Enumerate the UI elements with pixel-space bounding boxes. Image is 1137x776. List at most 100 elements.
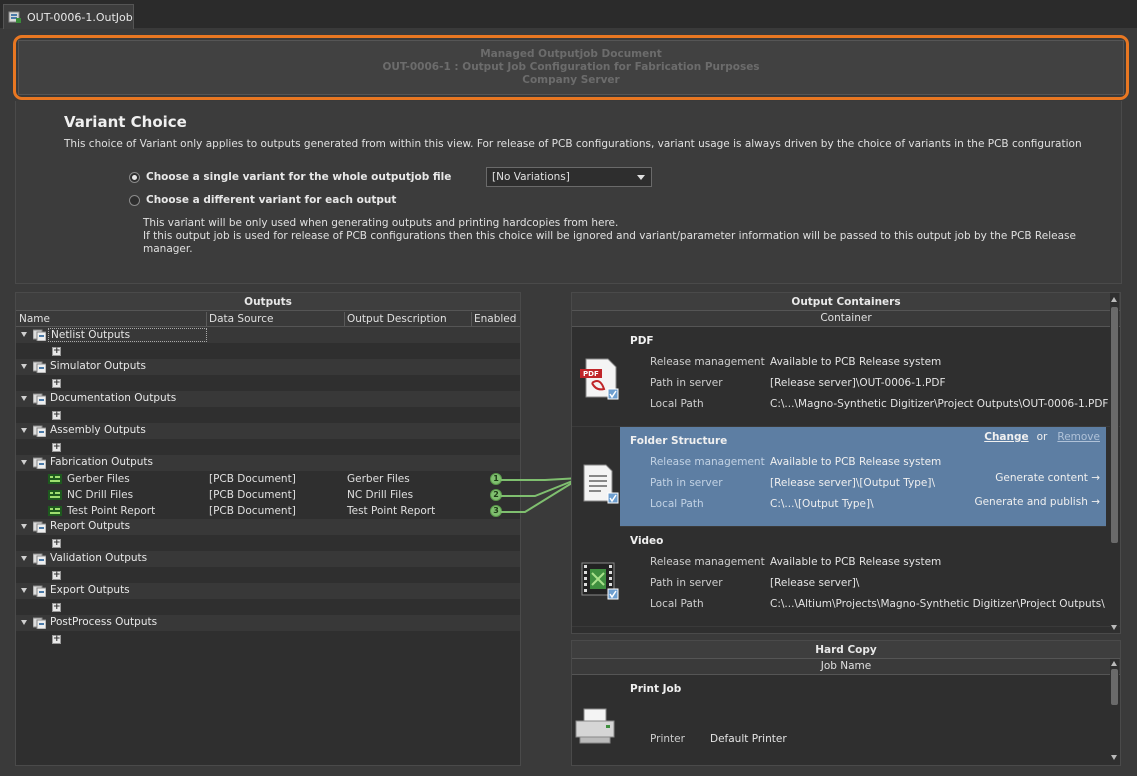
variant-dropdown-value: [No Variations] <box>492 171 570 183</box>
outjob-document-tab[interactable]: OUT-0006-1.OutJob <box>3 4 134 29</box>
output-group-icon <box>33 425 46 437</box>
group-label: Validation Outputs <box>50 552 148 564</box>
add-icon[interactable]: + <box>52 603 61 612</box>
release-label: Release management <box>650 456 765 468</box>
group-label: Fabrication Outputs <box>50 456 154 468</box>
group-row-export[interactable]: Export Outputs <box>16 583 520 599</box>
expand-triangle-icon[interactable] <box>21 364 27 369</box>
add-output-row[interactable]: + <box>16 535 520 551</box>
group-row-report[interactable]: Report Outputs <box>16 519 520 535</box>
output-item-test-point[interactable]: Test Point Report [PCB Document] Test Po… <box>16 503 520 519</box>
release-label: Release management <box>650 356 765 368</box>
add-icon[interactable]: + <box>52 443 61 452</box>
managed-line-1: Managed Outputjob Document <box>480 48 662 60</box>
col-name[interactable]: Name <box>19 313 50 325</box>
managed-line-3: Company Server <box>522 74 620 86</box>
group-row-fabrication[interactable]: Fabrication Outputs <box>16 455 520 471</box>
expand-triangle-icon[interactable] <box>21 588 27 593</box>
expand-triangle-icon[interactable] <box>21 620 27 625</box>
each-variant-option[interactable]: Choose a different variant for each outp… <box>129 194 396 206</box>
remove-link[interactable]: Remove <box>1057 431 1100 443</box>
add-icon[interactable]: + <box>52 379 61 388</box>
output-item-name: Test Point Report <box>67 505 156 517</box>
local-path-label: Local Path <box>650 598 704 610</box>
group-label: Simulator Outputs <box>50 360 146 372</box>
path-server-value: [Release server]\[Output Type]\ <box>770 477 935 489</box>
group-label: Documentation Outputs <box>50 392 177 404</box>
container-column-header: Container <box>572 311 1120 327</box>
single-variant-option[interactable]: Choose a single variant for the whole ou… <box>129 171 451 183</box>
expand-triangle-icon[interactable] <box>21 460 27 465</box>
output-item-source: [PCB Document] <box>209 473 296 485</box>
job-name-column-header: Job Name <box>572 659 1120 675</box>
add-output-row[interactable]: + <box>16 439 520 455</box>
group-row-assembly[interactable]: Assembly Outputs <box>16 423 520 439</box>
output-item-source: [PCB Document] <box>209 505 296 517</box>
local-path-value: C:\...\Magno-Synthetic Digitizer\Project… <box>770 398 1109 410</box>
print-job[interactable]: Print Job Printer Default Printer <box>572 675 1120 765</box>
release-label: Release management <box>650 556 765 568</box>
each-variant-radio[interactable] <box>129 194 140 206</box>
col-enabled[interactable]: Enabled <box>474 313 516 325</box>
generate-content-link[interactable]: Generate content → <box>995 472 1100 484</box>
release-value: Available to PCB Release system <box>770 556 942 568</box>
output-group-icon <box>33 329 46 341</box>
output-group-icon <box>33 585 46 597</box>
add-output-row[interactable]: + <box>16 599 520 615</box>
scroll-up-icon[interactable] <box>1111 661 1117 666</box>
containers-scrollbar[interactable] <box>1110 293 1119 633</box>
add-icon[interactable]: + <box>52 635 61 644</box>
container-folder-structure[interactable]: Folder Structure Change or Remove Release … <box>620 427 1106 527</box>
add-output-row[interactable]: + <box>16 567 520 583</box>
expand-triangle-icon[interactable] <box>21 524 27 529</box>
variant-dropdown[interactable]: [No Variations] <box>486 167 652 187</box>
expand-triangle-icon[interactable] <box>21 332 27 337</box>
col-data-source[interactable]: Data Source <box>209 313 273 325</box>
output-group-icon <box>33 361 46 373</box>
group-row-netlist[interactable]: Netlist Outputs <box>16 327 520 343</box>
add-output-row[interactable]: + <box>16 343 520 359</box>
group-row-simulator[interactable]: Simulator Outputs <box>16 359 520 375</box>
group-row-validation[interactable]: Validation Outputs <box>16 551 520 567</box>
local-path-value: C:\...\Altium\Projects\Magno-Synthetic D… <box>770 598 1105 610</box>
managed-line-2: OUT-0006-1 : Output Job Configuration fo… <box>382 61 760 73</box>
expand-triangle-icon[interactable] <box>21 396 27 401</box>
add-output-row[interactable]: + <box>16 375 520 391</box>
group-label: PostProcess Outputs <box>50 616 158 628</box>
add-icon[interactable]: + <box>52 539 61 548</box>
scroll-up-icon[interactable] <box>1111 297 1117 302</box>
single-variant-radio[interactable] <box>129 171 140 183</box>
output-item-gerber[interactable]: Gerber Files [PCB Document] Gerber Files… <box>16 471 520 487</box>
add-output-row[interactable]: + <box>16 407 520 423</box>
output-item-nc-drill[interactable]: NC Drill Files [PCB Document] NC Drill F… <box>16 487 520 503</box>
group-row-documentation[interactable]: Documentation Outputs <box>16 391 520 407</box>
folder-structure-icon <box>583 464 619 504</box>
container-pdf[interactable]: PDF PDF Release management Available to … <box>572 327 1120 427</box>
expand-triangle-icon[interactable] <box>21 428 27 433</box>
col-job-name[interactable]: Job Name <box>821 660 872 672</box>
scroll-down-icon[interactable] <box>1111 755 1117 760</box>
scroll-thumb[interactable] <box>1111 307 1118 543</box>
path-server-label: Path in server <box>650 377 723 389</box>
hard-copy-scrollbar[interactable] <box>1110 659 1119 765</box>
generate-publish-link[interactable]: Generate and publish → <box>974 496 1100 508</box>
expand-triangle-icon[interactable] <box>21 556 27 561</box>
scroll-thumb[interactable] <box>1111 669 1118 705</box>
add-output-row[interactable]: + <box>16 631 520 647</box>
add-icon[interactable]: + <box>52 571 61 580</box>
container-name: PDF <box>630 335 654 347</box>
change-link[interactable]: Change <box>984 431 1028 443</box>
hard-copy-panel: Hard Copy Job Name Print Job Printer Def… <box>571 640 1121 766</box>
pcb-output-icon <box>48 490 62 500</box>
variant-choice-title: Variant Choice <box>64 113 187 131</box>
add-icon[interactable]: + <box>52 411 61 420</box>
add-icon[interactable]: + <box>52 347 61 356</box>
col-output-description[interactable]: Output Description <box>347 313 447 325</box>
scroll-down-icon[interactable] <box>1111 625 1117 630</box>
managed-document-banner: Managed Outputjob Document OUT-0006-1 : … <box>13 35 1129 100</box>
container-video[interactable]: Video Release management Available to PC… <box>572 527 1120 627</box>
col-container[interactable]: Container <box>820 312 871 324</box>
outputs-title: Outputs <box>16 293 520 311</box>
group-row-postprocess[interactable]: PostProcess Outputs <box>16 615 520 631</box>
output-containers-title: Output Containers <box>572 293 1120 311</box>
